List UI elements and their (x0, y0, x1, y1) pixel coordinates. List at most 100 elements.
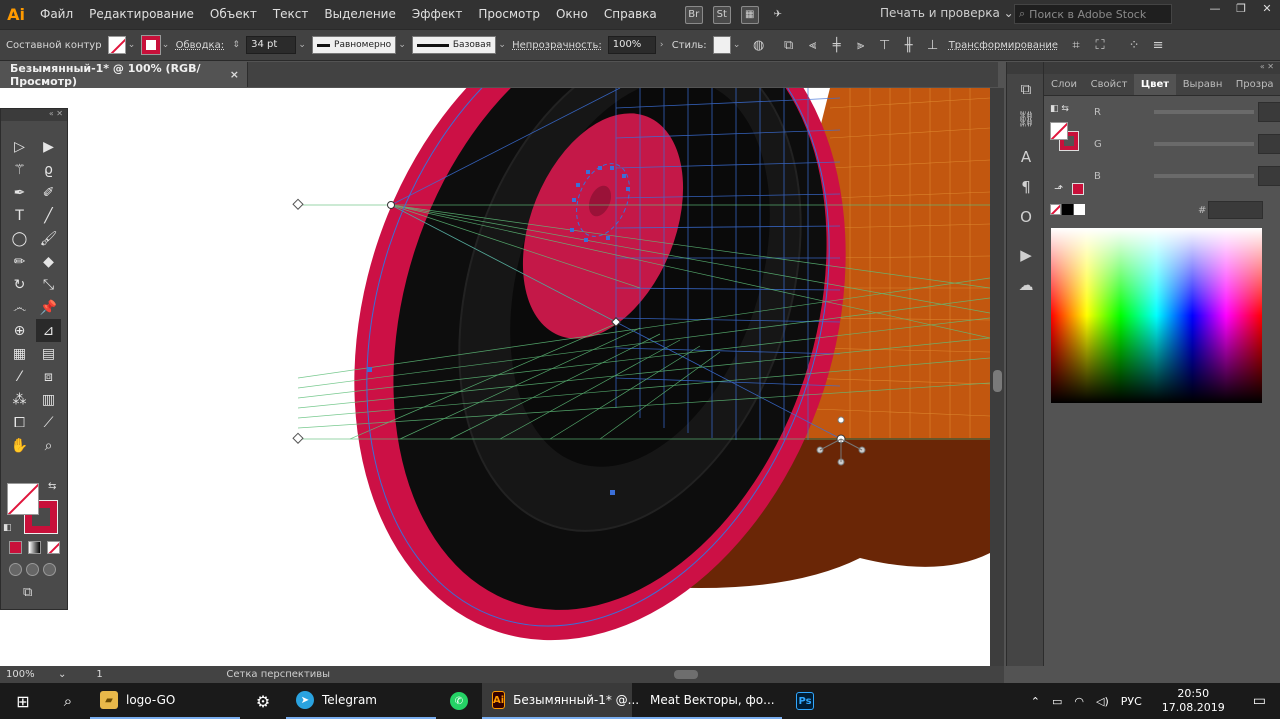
shape-builder-tool-icon[interactable]: ⊕ (7, 319, 32, 342)
b-slider[interactable] (1154, 174, 1254, 178)
g-value-field[interactable] (1258, 134, 1280, 154)
fill-color-box[interactable] (7, 483, 39, 515)
tab-align[interactable]: Выравн (1176, 74, 1229, 95)
language-indicator[interactable]: РУС (1115, 695, 1148, 708)
out-of-gamut-icon[interactable]: ⬏ (1054, 182, 1063, 195)
color-spectrum[interactable] (1051, 228, 1262, 403)
scale-tool-icon[interactable]: ⤡ (36, 273, 61, 296)
lasso-tool-icon[interactable]: ϱ (36, 158, 61, 181)
profile-dropdown-icon[interactable]: ⌄ (396, 40, 408, 50)
stock-button[interactable]: St (712, 5, 731, 24)
blend-tool-icon[interactable]: ⧈ (36, 365, 61, 388)
actions-panel-icon[interactable]: ▶ (1007, 240, 1045, 270)
mesh-tool-icon[interactable]: ▦ (7, 342, 32, 365)
last-color-swatch[interactable] (1072, 183, 1084, 195)
stroke-label[interactable]: Обводка: (176, 40, 225, 51)
settings-taskbar-icon[interactable]: ⚙ (240, 683, 286, 719)
variable-width-profile[interactable]: Равномерно (312, 36, 397, 54)
swap-fill-stroke-icon[interactable]: ⇆ (48, 481, 56, 492)
menu-edit[interactable]: Редактирование (81, 0, 202, 29)
tab-color[interactable]: Цвет (1133, 74, 1176, 95)
close-document-button[interactable]: × (230, 68, 239, 81)
fill-dropdown-icon[interactable]: ⌄ (126, 40, 138, 50)
minimize-button[interactable]: — (1202, 0, 1228, 18)
taskbar-clock[interactable]: 20:50 17.08.2019 (1148, 687, 1239, 715)
menu-help[interactable]: Справка (596, 0, 665, 29)
align-middle-icon[interactable]: ╫ (899, 35, 919, 55)
r-value-field[interactable] (1258, 102, 1280, 122)
draw-behind-icon[interactable] (26, 563, 39, 576)
align-bottom-icon[interactable]: ⊥ (923, 35, 943, 55)
puppet-warp-tool-icon[interactable]: 📌 (36, 296, 61, 319)
perspective-grid-tool-icon[interactable]: ⊿ (36, 319, 61, 342)
draw-normal-icon[interactable] (9, 563, 22, 576)
zoom-level[interactable]: 100% (0, 669, 58, 680)
slice-tool-icon[interactable]: ⟋ (36, 411, 61, 434)
color-panel-header[interactable]: « ✕ (1044, 62, 1280, 74)
warp-tool-icon[interactable]: ෴ (7, 296, 32, 319)
workspace-switcher[interactable]: Печать и проверка ⌄ (880, 6, 1014, 20)
horizontal-scroll-thumb[interactable] (674, 670, 698, 679)
stroke-weight-dropdown-icon[interactable]: ⌄ (296, 40, 308, 50)
battery-icon[interactable]: ▭ (1046, 695, 1068, 708)
column-graph-tool-icon[interactable]: ▥ (36, 388, 61, 411)
type-tool-icon[interactable]: T (7, 204, 32, 227)
white-swatch[interactable] (1074, 204, 1085, 215)
artboards-panel-icon[interactable]: ⧉ (1007, 74, 1045, 104)
tab-layers[interactable]: Слои (1044, 74, 1084, 95)
search-taskbar-icon[interactable]: ⌕ (46, 683, 90, 719)
artboard-tool-icon[interactable]: ⧠ (7, 411, 32, 434)
stroke-dropdown-icon[interactable]: ⌄ (160, 40, 172, 50)
restore-button[interactable]: ❐ (1228, 0, 1254, 18)
taskbar-chrome[interactable]: Meat Векторы, фо... (632, 683, 782, 719)
default-fill-stroke-icon[interactable]: ◧ ⇆ (1050, 104, 1069, 114)
menu-object[interactable]: Объект (202, 0, 265, 29)
zoom-tool-icon[interactable]: ⌕ (36, 434, 61, 457)
opacity-field[interactable]: 100% (607, 36, 656, 54)
stroke-stepper-icon[interactable]: ⇕ (230, 40, 242, 50)
taskbar-illustrator[interactable]: Ai Безымянный-1* @... (482, 683, 639, 719)
tab-transparency[interactable]: Прозра (1229, 74, 1280, 95)
stock-search-input[interactable]: ⌕ Поиск в Adobe Stock (1014, 4, 1172, 24)
gradient-mode-icon[interactable] (28, 541, 41, 554)
isolate-icon[interactable]: ⌗ (1066, 35, 1086, 55)
style-dropdown-icon[interactable]: ⌄ (731, 40, 743, 50)
brush-dropdown-icon[interactable]: ⌄ (496, 40, 508, 50)
menu-window[interactable]: Окно (548, 0, 596, 29)
opentype-panel-icon[interactable]: O (1007, 202, 1045, 232)
ellipse-tool-icon[interactable]: ◯ (7, 227, 32, 250)
pencil-tool-icon[interactable]: ✏ (7, 250, 32, 273)
graphic-style-swatch[interactable] (712, 36, 731, 54)
panel-fill-stroke[interactable] (1050, 122, 1079, 151)
fill-swatch[interactable] (107, 36, 126, 54)
selection-options-icon[interactable]: ⛶ (1090, 35, 1110, 55)
menu-select[interactable]: Выделение (316, 0, 403, 29)
start-button[interactable]: ⊞ (0, 683, 46, 719)
selection-tool-icon[interactable]: ▷ (7, 135, 32, 158)
grid-options-icon[interactable]: ⁘ (1124, 35, 1144, 55)
opacity-label[interactable]: Непрозрачность: (512, 40, 602, 51)
scroll-thumb[interactable] (993, 370, 1002, 392)
taskbar-folder[interactable]: ▰ logo-GO (90, 683, 240, 719)
character-panel-icon[interactable]: A (1007, 142, 1045, 172)
none-mode-icon[interactable] (47, 541, 60, 554)
current-tool-status[interactable]: Сетка перспективы (166, 669, 330, 680)
hand-tool-icon[interactable]: ✋ (7, 434, 32, 457)
artboard-navigator[interactable]: 1 (66, 669, 166, 680)
tray-expand-icon[interactable]: ⌃ (1025, 695, 1046, 708)
tab-properties[interactable]: Свойст (1084, 74, 1134, 95)
photoshop-taskbar[interactable]: Ps (782, 683, 828, 719)
align-center-icon[interactable]: ╪ (827, 35, 847, 55)
panel-fill-box[interactable] (1050, 122, 1068, 140)
menu-view[interactable]: Просмотр (470, 0, 548, 29)
pen-tool-icon[interactable]: ✒ (7, 181, 32, 204)
opacity-arrow-icon[interactable]: › (656, 40, 668, 50)
align-to-icon[interactable]: ⧉ (779, 35, 799, 55)
eyedropper-tool-icon[interactable]: ⁄ (7, 365, 32, 388)
eraser-tool-icon[interactable]: ◆ (36, 250, 61, 273)
b-value-field[interactable] (1258, 166, 1280, 186)
close-window-button[interactable]: ✕ (1254, 0, 1280, 18)
align-left-icon[interactable]: ⫷ (803, 35, 823, 55)
icon-strip-header[interactable] (1007, 62, 1043, 74)
gradient-tool-icon[interactable]: ▤ (36, 342, 61, 365)
